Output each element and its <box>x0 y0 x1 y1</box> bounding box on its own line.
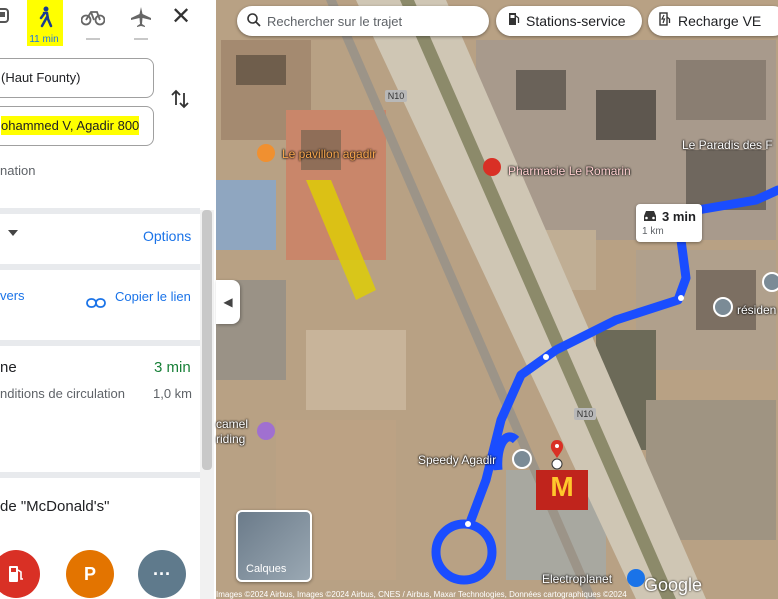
svg-text:M: M <box>550 471 573 502</box>
send-to-device-link[interactable]: vers <box>0 288 25 303</box>
callout-distance: 1 km <box>642 226 664 237</box>
layers-label: Calques <box>246 563 287 575</box>
poi-label-residence[interactable]: résiden <box>737 303 776 317</box>
swap-icon[interactable] <box>170 88 192 112</box>
scrollbar-thumb[interactable] <box>202 210 212 470</box>
route-distance: 1,0 km <box>153 386 193 401</box>
add-destination[interactable]: nation <box>0 163 35 178</box>
travel-mode-bar: 11 min ✕ <box>0 0 216 50</box>
options-row: Options <box>0 216 200 256</box>
flight-mode-icon[interactable] <box>126 4 156 30</box>
car-icon <box>642 209 658 227</box>
route-search-input[interactable]: Rechercher sur le trajet <box>237 6 489 36</box>
poi-label-riding[interactable]: riding <box>216 432 245 446</box>
origin-value: (Haut Founty) <box>1 70 81 85</box>
poi-label-pavillon[interactable]: Le pavillon agadir <box>282 147 376 161</box>
directions-panel: 11 min ✕ (Haut Founty) ohammed V, Agadir… <box>0 0 216 599</box>
walk-time: 11 min <box>29 34 59 45</box>
divider <box>0 472 200 478</box>
route-subtitle: nditions de circulation <box>0 386 126 401</box>
origin-field[interactable]: (Haut Founty) <box>0 58 154 98</box>
parking-button[interactable]: P <box>66 550 114 598</box>
poi-label-paradis[interactable]: Le Paradis des F <box>682 138 773 152</box>
bike-mode-icon[interactable] <box>78 4 108 30</box>
more-button[interactable]: ··· <box>138 550 186 598</box>
chevron-down-icon[interactable] <box>8 230 18 236</box>
divider <box>0 340 200 346</box>
nearby-title: de "McDonald's" <box>0 498 110 515</box>
fuel-station-button[interactable] <box>0 550 40 598</box>
fuel-icon <box>508 12 520 31</box>
poi-label-speedy[interactable]: Speedy Agadir <box>418 453 496 467</box>
route-time: 3 min <box>154 359 191 376</box>
gas-stations-label: Stations-service <box>526 13 626 29</box>
search-icon <box>247 13 261 32</box>
ev-charging-icon <box>659 12 671 31</box>
collapse-panel-button[interactable]: ◀ <box>216 280 240 324</box>
close-icon[interactable]: ✕ <box>168 4 194 30</box>
destination-field[interactable]: ohammed V, Agadir 800 <box>0 106 154 146</box>
fuel-icon <box>9 566 23 582</box>
copy-link[interactable]: Copier le lien <box>115 287 195 306</box>
link-icon[interactable] <box>86 296 106 314</box>
map-attribution: Images ©2024 Airbus, Images ©2024 Airbus… <box>216 590 627 599</box>
options-link[interactable]: Options <box>143 228 191 244</box>
poi-label-electroplanet[interactable]: Electroplanet <box>542 572 612 586</box>
divider <box>0 208 200 214</box>
poi-label-camel[interactable]: camel <box>216 417 248 431</box>
road-shield-n10: N10 <box>385 90 407 102</box>
route-title[interactable]: ne <box>0 359 17 376</box>
divider <box>0 264 200 270</box>
bike-divider <box>86 38 100 40</box>
destination-value: ohammed V, Agadir 800 <box>1 116 140 135</box>
ev-charging-label: Recharge VE <box>678 13 762 29</box>
callout-time: 3 min <box>662 209 696 224</box>
poi-label-pharmacie[interactable]: Pharmacie Le Romarin <box>508 164 631 178</box>
flight-divider <box>134 38 148 40</box>
transit-mode-icon[interactable] <box>0 4 16 30</box>
road-shield-n10: N10 <box>574 408 596 420</box>
walk-mode-icon[interactable] <box>30 4 60 30</box>
